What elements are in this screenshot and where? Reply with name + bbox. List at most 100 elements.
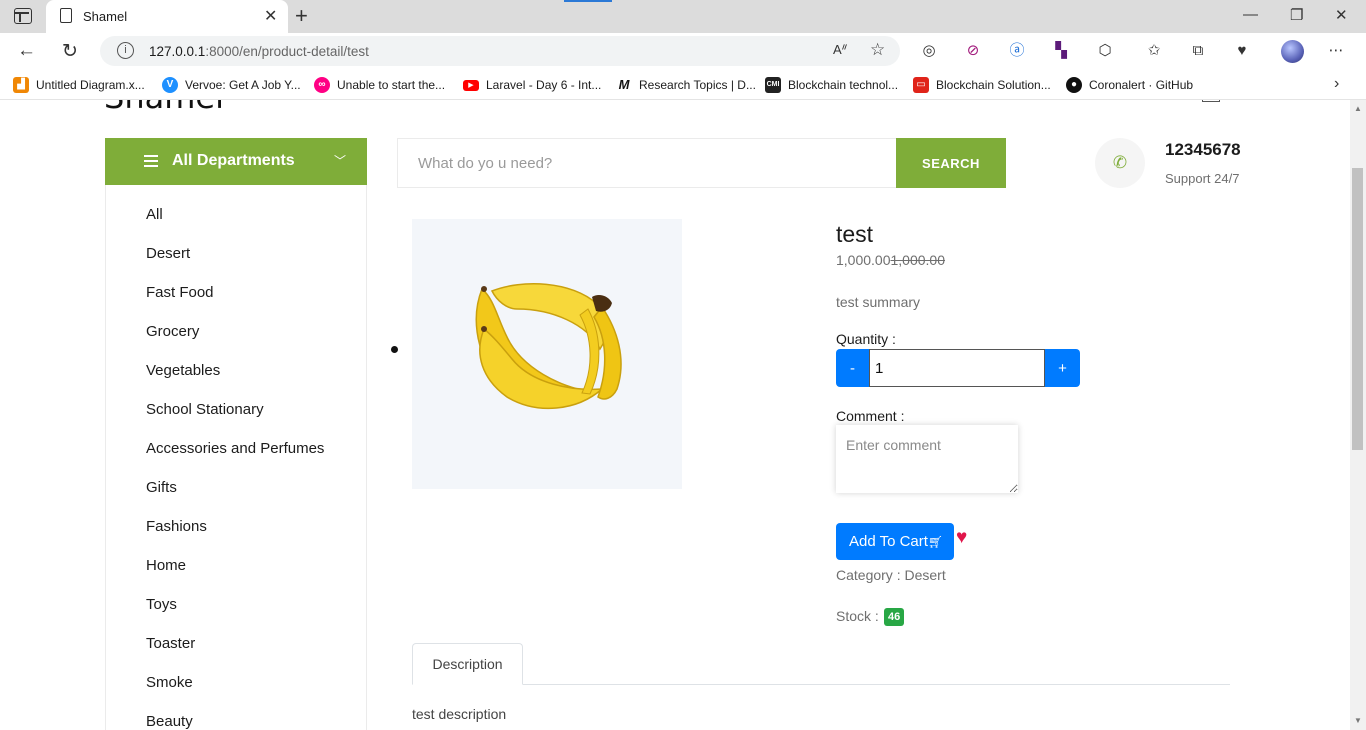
drawio-icon: ▟ [13, 77, 29, 93]
tabs-divider [412, 684, 1230, 685]
phone-number: 12345678 [1165, 140, 1241, 159]
comment-field[interactable] [836, 425, 1018, 493]
comment-label: Comment : [836, 408, 905, 424]
stock-label: Stock : [836, 608, 879, 624]
old-price: 1,000.00 [890, 252, 946, 268]
page-viewport: Shamel All Departments ﹀ All Desert Fast… [0, 100, 1350, 730]
site-info-icon[interactable]: i [117, 42, 134, 59]
bookmark-item[interactable]: ● Coronalert · GitHub [1066, 76, 1193, 94]
read-aloud-icon[interactable]: Aᐥ [833, 42, 848, 58]
tab-actions-icon[interactable] [14, 8, 32, 24]
department-item[interactable]: Desert [146, 245, 190, 262]
product-name: test [836, 221, 874, 247]
youtube-icon: ▶ [463, 79, 479, 91]
url-field[interactable]: i 127.0.0.1:8000/en/product-detail/test … [100, 36, 900, 66]
add-to-cart-label: Add To Cart [849, 533, 928, 550]
grid-extension-icon[interactable]: ▚ [1051, 41, 1071, 61]
bookmark-item[interactable]: M Research Topics | D... [616, 76, 756, 94]
chevron-down-icon: ﹀ [334, 154, 347, 168]
add-to-cart-button[interactable]: Add To Cart🛒︎ [836, 523, 954, 560]
department-item[interactable]: Fast Food [146, 284, 214, 301]
address-bar: ← ↻ i 127.0.0.1:8000/en/product-detail/t… [0, 33, 1366, 70]
page-scrollbar[interactable]: ▲ ▼ [1350, 100, 1366, 730]
product-description: test description [412, 706, 507, 722]
browser-tab[interactable]: Shamel ✕ [46, 0, 288, 33]
quantity-decrease-button[interactable]: - [836, 349, 869, 387]
site-logo[interactable]: Shamel [104, 100, 224, 116]
flickr-icon: ∞ [314, 77, 330, 93]
current-price: 1,000.00 [836, 252, 891, 268]
extensions-icon[interactable]: ⬡ [1095, 41, 1115, 61]
favorites-icon[interactable]: ✩ [1144, 41, 1164, 61]
add-favorite-icon[interactable]: ☆ [870, 40, 885, 60]
extension-icon[interactable]: ◎ [919, 41, 939, 61]
m-icon: M [618, 77, 630, 92]
department-item[interactable]: Fashions [146, 518, 207, 535]
bookmark-item[interactable]: ▟ Untitled Diagram.x... [13, 76, 145, 94]
bookmark-item[interactable]: CMI Blockchain technol... [765, 76, 898, 94]
product-price: 1,000.001,000.00 [836, 252, 945, 268]
tab-close-icon[interactable]: ✕ [264, 6, 277, 26]
refresh-icon[interactable]: ↻ [62, 40, 78, 63]
department-item[interactable]: Accessories and Perfumes [146, 440, 324, 457]
search-input[interactable] [397, 138, 897, 188]
bookmark-item[interactable]: ∞ Unable to start the... [314, 76, 445, 94]
minimize-icon[interactable]: — [1243, 6, 1258, 23]
department-item[interactable]: Gifts [146, 479, 177, 496]
wishlist-heart-icon[interactable]: ♥ [956, 527, 967, 549]
scroll-down-icon[interactable]: ▼ [1354, 716, 1362, 725]
cmi-icon: CMI [765, 77, 781, 93]
block-extension-icon[interactable]: ⊘ [963, 41, 983, 61]
health-icon[interactable]: ♥ [1232, 41, 1252, 61]
department-item[interactable]: School Stationary [146, 401, 264, 418]
quantity-increase-button[interactable]: + [1045, 349, 1080, 387]
department-item[interactable]: Grocery [146, 323, 199, 340]
more-menu-icon[interactable]: ⋯ [1326, 41, 1346, 61]
department-item[interactable]: Toys [146, 596, 177, 613]
product-summary: test summary [836, 294, 921, 310]
cart-icon: 🛒︎ [927, 535, 944, 549]
browser-tab-strip: Shamel ✕ + — ❐ ✕ [0, 0, 1366, 33]
url-text[interactable]: 127.0.0.1:8000/en/product-detail/test [149, 44, 369, 59]
new-tab-icon[interactable]: + [295, 3, 308, 29]
scroll-up-icon[interactable]: ▲ [1354, 104, 1362, 113]
quantity-label: Quantity : [836, 331, 896, 347]
vervoe-icon: V [162, 77, 178, 93]
tab-indicator [564, 0, 612, 2]
restore-icon[interactable]: ❐ [1290, 6, 1303, 24]
search-form: SEARCH [397, 138, 1006, 188]
bookmark-item[interactable]: V Vervoe: Get A Job Y... [162, 76, 301, 94]
departments-list: All Desert Fast Food Grocery Vegetables … [105, 185, 367, 730]
page-favicon-icon [60, 8, 72, 23]
product-category: Category : Desert [836, 567, 946, 583]
department-item[interactable]: Vegetables [146, 362, 220, 379]
quantity-input[interactable] [869, 349, 1045, 387]
profile-avatar[interactable] [1281, 40, 1304, 63]
tab-title: Shamel [83, 9, 128, 24]
support-text: Support 24/7 [1165, 171, 1240, 186]
menu-icon [144, 155, 158, 167]
close-window-icon[interactable]: ✕ [1335, 6, 1348, 24]
tab-description[interactable]: Description [412, 643, 523, 685]
departments-title: All Departments [172, 152, 295, 169]
collections-icon[interactable]: ⧉ [1188, 41, 1208, 61]
search-button[interactable]: SEARCH [896, 138, 1006, 188]
scrollbar-thumb[interactable] [1352, 168, 1363, 450]
department-item[interactable]: Home [146, 557, 186, 574]
bookmark-item[interactable]: ▶ Laravel - Day 6 - Int... [463, 76, 601, 94]
department-item[interactable]: Toaster [146, 635, 195, 652]
department-item[interactable]: All [146, 206, 163, 223]
chevron-right-icon[interactable]: › [1334, 75, 1339, 93]
all-departments-toggle[interactable]: All Departments ﹀ [105, 138, 367, 185]
a-extension-icon[interactable]: ⓐ [1007, 41, 1027, 61]
department-item[interactable]: Beauty [146, 713, 193, 730]
bookmark-item[interactable]: ▭ Blockchain Solution... [913, 76, 1051, 94]
cart-icon-partial[interactable] [1202, 100, 1220, 102]
bookmarks-bar: ▟ Untitled Diagram.x... V Vervoe: Get A Jo… [0, 70, 1366, 100]
github-icon: ● [1066, 77, 1082, 93]
banana-image [475, 283, 622, 410]
department-item[interactable]: Smoke [146, 674, 193, 691]
product-image [412, 219, 682, 489]
oracle-icon: ▭ [913, 77, 929, 93]
back-icon[interactable]: ← [17, 40, 36, 62]
